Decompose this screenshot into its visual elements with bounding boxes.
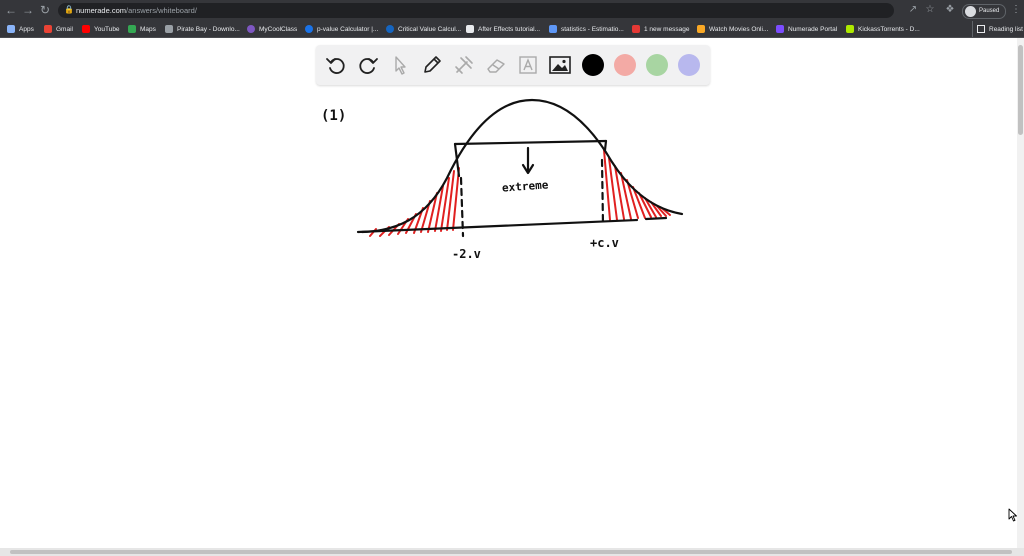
whiteboard-canvas[interactable]	[0, 38, 1017, 548]
bookmark-label: Apps	[19, 25, 34, 33]
tools-icon	[455, 56, 473, 74]
address-bar[interactable]: 🔒 numerade.com/answers/whiteboard/	[58, 3, 894, 18]
eraser-button[interactable]	[484, 53, 508, 77]
bookmark-label: statistics - Estimatio...	[561, 25, 624, 33]
color-red-swatch[interactable]	[614, 54, 636, 76]
bookmark-pvalue[interactable]: p-value Calculator |...	[305, 21, 378, 37]
bookmark-maps[interactable]: Maps	[128, 21, 156, 37]
back-arrow-icon[interactable]: ←	[4, 3, 18, 17]
url-path: /answers/whiteboard/	[126, 6, 197, 15]
forward-arrow-icon[interactable]: →	[21, 3, 35, 17]
bookmark-piratebay[interactable]: Pirate Bay - Downlo...	[165, 21, 240, 37]
tools-button[interactable]	[452, 53, 476, 77]
color-black-swatch[interactable]	[582, 54, 604, 76]
bookmark-label: p-value Calculator |...	[317, 25, 379, 33]
reading-list-label: Reading list	[989, 25, 1023, 33]
bookmark-label: Pirate Bay - Downlo...	[177, 25, 240, 33]
reading-list-button[interactable]: Reading list	[972, 21, 1023, 37]
maps-icon	[128, 25, 136, 33]
page-icon	[165, 25, 173, 33]
bookmark-statistics[interactable]: statistics - Estimatio...	[549, 21, 624, 37]
bookmark-label: Watch Movies Onli...	[709, 25, 769, 33]
bookmark-youtube[interactable]: YouTube	[82, 21, 120, 37]
undo-button[interactable]	[324, 53, 348, 77]
horizontal-scrollbar-thumb[interactable]	[10, 550, 1012, 554]
kickass-icon	[846, 25, 854, 33]
profile-button[interactable]: Paused	[962, 4, 1006, 19]
select-cursor-icon	[395, 56, 406, 75]
bookmark-new-message[interactable]: 1 new message	[632, 21, 690, 37]
reload-icon[interactable]: ↻	[38, 3, 52, 17]
bookmark-apps[interactable]: Apps	[7, 21, 34, 37]
message-icon	[632, 25, 640, 33]
browser-toolbar: ← → ↻ 🔒 numerade.com/answers/whiteboard/…	[0, 0, 1024, 21]
calculator-icon	[386, 25, 394, 33]
bookmark-label: Maps	[140, 25, 156, 33]
bookmark-label: KickassTorrents - D...	[858, 25, 920, 33]
color-green-swatch[interactable]	[646, 54, 668, 76]
bookmark-label: After Effects tutorial...	[478, 25, 541, 33]
redo-icon	[359, 58, 378, 74]
bookmark-label: Gmail	[56, 25, 73, 33]
image-icon	[549, 56, 571, 74]
apps-grid-icon	[7, 25, 15, 33]
address-url: numerade.com/answers/whiteboard/	[76, 4, 197, 17]
mouse-cursor-icon	[1008, 508, 1017, 522]
url-host: numerade.com	[76, 6, 127, 15]
pencil-button[interactable]	[420, 53, 444, 77]
eraser-icon	[487, 59, 505, 73]
select-button[interactable]	[388, 53, 412, 77]
question-number-label: (1)	[321, 108, 347, 124]
undo-icon	[326, 58, 345, 74]
share-icon[interactable]: ↗	[907, 4, 919, 16]
mycoolclass-icon	[247, 25, 255, 33]
gmail-icon	[44, 25, 52, 33]
bookmark-numerade-portal[interactable]: Numerade Portal	[776, 21, 837, 37]
bookmark-critical-value[interactable]: Critical Value Calcul...	[386, 21, 461, 37]
adobe-icon	[466, 25, 474, 33]
bell-curve-drawing	[356, 98, 684, 238]
pencil-icon	[424, 56, 441, 73]
bookmark-label: YouTube	[94, 25, 120, 33]
extensions-icon[interactable]: ❖	[944, 4, 956, 16]
avatar	[965, 6, 976, 17]
bookmark-label: Numerade Portal	[788, 25, 838, 33]
image-button[interactable]	[548, 53, 572, 77]
bookmark-gmail[interactable]: Gmail	[44, 21, 73, 37]
red-shading-left	[369, 167, 460, 237]
bookmark-after-effects[interactable]: After Effects tutorial...	[466, 21, 540, 37]
bookmark-watch-movies[interactable]: Watch Movies Onli...	[697, 21, 768, 37]
right-critical-value-label: +c.v	[590, 236, 619, 250]
calculator-icon	[305, 25, 313, 33]
left-critical-value-label: -2.v	[452, 247, 481, 261]
bookmark-label: Critical Value Calcul...	[398, 25, 462, 33]
numerade-icon	[776, 25, 784, 33]
bookmark-label: MyCoolClass	[259, 25, 298, 33]
bookmark-label: 1 new message	[644, 25, 690, 33]
color-blue-swatch[interactable]	[678, 54, 700, 76]
lock-icon: 🔒	[64, 5, 74, 14]
reading-list-icon	[977, 25, 985, 33]
redo-button[interactable]	[356, 53, 380, 77]
drawing-toolbar	[316, 45, 710, 85]
youtube-icon	[82, 25, 90, 33]
bookmarks-bar: Apps Gmail YouTube Maps Pirate Bay - Dow…	[0, 21, 1024, 38]
bookmark-mycoolclass[interactable]: MyCoolClass	[247, 21, 297, 37]
text-icon	[519, 56, 537, 74]
profile-label: Paused	[979, 8, 1000, 14]
red-shading-right	[603, 149, 671, 221]
star-icon[interactable]: ☆	[924, 4, 936, 16]
text-button[interactable]	[516, 53, 540, 77]
vertical-scrollbar-thumb[interactable]	[1018, 45, 1023, 135]
bookmark-kickass[interactable]: KickassTorrents - D...	[846, 21, 920, 37]
menu-kebab-icon[interactable]: ⋮	[1010, 4, 1022, 16]
stackexchange-icon	[549, 25, 557, 33]
movie-icon	[697, 25, 705, 33]
